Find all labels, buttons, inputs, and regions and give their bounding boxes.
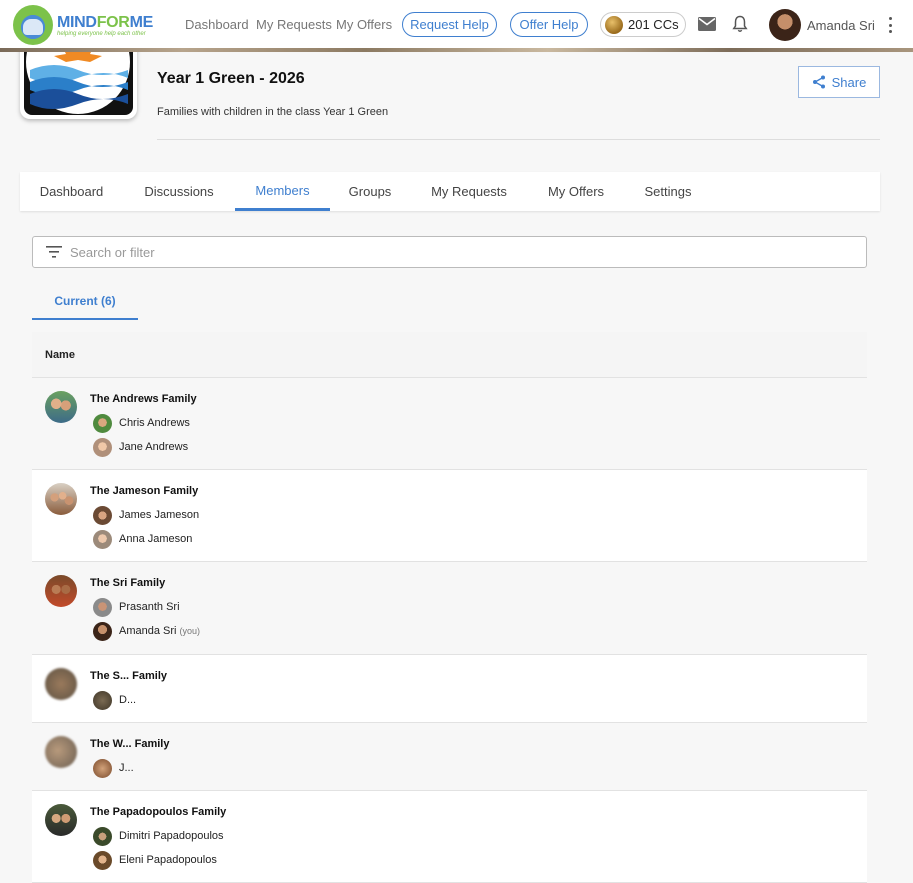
- member-name: Prasanth Sri: [119, 601, 180, 613]
- share-button[interactable]: Share: [798, 66, 880, 98]
- member-name: Amanda Sri: [119, 625, 177, 637]
- member-avatar: [93, 690, 112, 710]
- user-menu[interactable]: Amanda Sri: [769, 9, 875, 41]
- member-item[interactable]: J...: [93, 758, 134, 778]
- request-help-button[interactable]: Request Help: [402, 12, 497, 37]
- tab-members[interactable]: Members: [235, 172, 330, 211]
- member-avatar: [93, 850, 112, 870]
- filter-icon: [46, 246, 62, 258]
- member-item[interactable]: Chris Andrews: [93, 413, 190, 433]
- cover-image-strip: [0, 48, 913, 52]
- family-row[interactable]: The S... Family D...: [32, 655, 867, 723]
- nav-my-offers[interactable]: My Offers: [336, 17, 392, 32]
- member-item[interactable]: Eleni Papadopoulos: [93, 850, 217, 870]
- nav-dashboard[interactable]: Dashboard: [185, 17, 249, 32]
- member-name: J...: [119, 762, 134, 774]
- share-label: Share: [831, 74, 867, 90]
- family-row[interactable]: The W... Family J...: [32, 723, 867, 791]
- member-item[interactable]: D...: [93, 690, 136, 710]
- member-avatar: [93, 413, 112, 433]
- members-table: Name The Andrews Family Chris Andrews Ja…: [32, 332, 867, 883]
- group-tabs: Dashboard Discussions Members Groups My …: [20, 172, 880, 211]
- app-logo[interactable]: MINDFORME helping everyone help each oth…: [13, 4, 163, 46]
- coin-icon: [605, 15, 623, 34]
- family-name[interactable]: The Papadopoulos Family: [90, 806, 226, 818]
- logo-title: MINDFORME: [57, 13, 153, 31]
- member-avatar: [93, 826, 112, 846]
- group-title: Year 1 Green - 2026: [157, 70, 305, 87]
- family-row[interactable]: The Jameson Family James Jameson Anna Ja…: [32, 470, 867, 562]
- member-avatar: [93, 621, 112, 641]
- family-row[interactable]: The Papadopoulos Family Dimitri Papadopo…: [32, 791, 867, 883]
- family-avatar: [45, 804, 77, 836]
- family-name[interactable]: The Sri Family: [90, 577, 165, 589]
- member-avatar: [93, 437, 112, 457]
- member-avatar: [93, 597, 112, 617]
- member-name: Chris Andrews: [119, 417, 190, 429]
- member-item[interactable]: Dimitri Papadopoulos: [93, 826, 224, 846]
- family-avatar: [45, 391, 77, 423]
- user-name: Amanda Sri: [807, 17, 875, 33]
- member-item[interactable]: Anna Jameson: [93, 529, 192, 549]
- header-divider: [157, 139, 880, 140]
- family-avatar: [45, 483, 77, 515]
- family-name[interactable]: The S... Family: [90, 670, 167, 682]
- member-item[interactable]: James Jameson: [93, 505, 199, 525]
- group-description: Families with children in the class Year…: [157, 106, 389, 118]
- tab-settings[interactable]: Settings: [624, 172, 712, 211]
- more-vert-icon[interactable]: [884, 14, 896, 36]
- mail-icon[interactable]: [697, 14, 717, 34]
- logo-tagline: helping everyone help each other: [57, 30, 146, 37]
- family-avatar: [45, 575, 77, 607]
- bell-icon[interactable]: [730, 14, 750, 34]
- member-name: James Jameson: [119, 509, 200, 521]
- tab-my-offers[interactable]: My Offers: [528, 172, 624, 211]
- family-avatar: [45, 668, 77, 700]
- member-name: Anna Jameson: [119, 533, 193, 545]
- credits-value: 201 CCs: [628, 17, 679, 32]
- tab-my-requests[interactable]: My Requests: [410, 172, 528, 211]
- member-item[interactable]: Prasanth Sri: [93, 597, 180, 617]
- logo-mark-icon: [13, 5, 53, 45]
- member-avatar: [93, 758, 112, 778]
- member-name: D...: [119, 694, 137, 706]
- you-tag: (you): [179, 626, 200, 636]
- family-avatar: [45, 736, 77, 768]
- family-name[interactable]: The W... Family: [90, 738, 169, 750]
- top-bar: MINDFORME helping everyone help each oth…: [0, 0, 913, 50]
- credits-badge[interactable]: 201 CCs: [600, 12, 686, 37]
- search-bar[interactable]: [32, 236, 867, 268]
- tab-current-members[interactable]: Current (6): [32, 284, 138, 320]
- family-row[interactable]: The Sri Family Prasanth Sri Amanda Sri (…: [32, 562, 867, 655]
- member-avatar: [93, 505, 112, 525]
- family-name[interactable]: The Andrews Family: [90, 393, 197, 405]
- member-item[interactable]: Amanda Sri (you): [93, 621, 200, 641]
- nav-my-requests[interactable]: My Requests: [256, 17, 332, 32]
- search-input[interactable]: [70, 244, 830, 260]
- share-icon: [812, 75, 825, 89]
- offer-help-button[interactable]: Offer Help: [510, 12, 588, 37]
- table-header: Name: [32, 332, 867, 378]
- member-avatar: [93, 529, 112, 549]
- member-name: Dimitri Papadopoulos: [119, 830, 224, 842]
- tab-groups[interactable]: Groups: [330, 172, 410, 211]
- tab-dashboard[interactable]: Dashboard: [20, 172, 123, 211]
- family-row[interactable]: The Andrews Family Chris Andrews Jane An…: [32, 378, 867, 470]
- member-item[interactable]: Jane Andrews: [93, 437, 188, 457]
- user-avatar: [769, 9, 801, 41]
- family-name[interactable]: The Jameson Family: [90, 485, 198, 497]
- tab-discussions[interactable]: Discussions: [123, 172, 235, 211]
- member-name: Eleni Papadopoulos: [119, 854, 217, 866]
- column-header-name: Name: [45, 348, 75, 361]
- member-name: Jane Andrews: [119, 441, 189, 453]
